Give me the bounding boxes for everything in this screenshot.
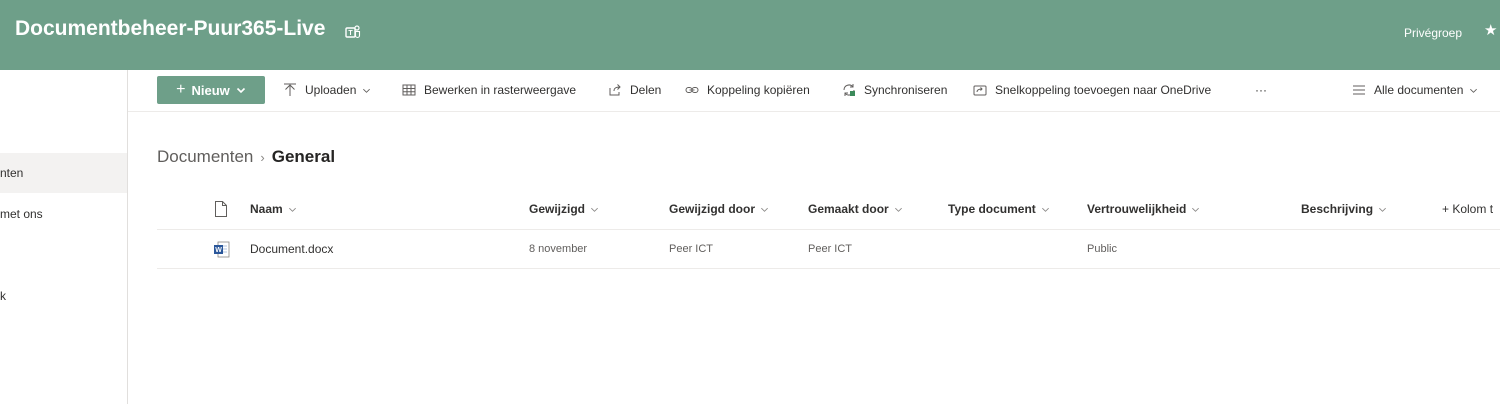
- chevron-down-icon: [236, 87, 245, 94]
- column-header-label: Type document: [948, 202, 1036, 216]
- modified-by-cell[interactable]: Peer ICT: [669, 230, 713, 268]
- link-icon: [685, 87, 699, 93]
- add-shortcut-button[interactable]: Snelkoppeling toevoegen naar OneDrive: [973, 70, 1211, 110]
- add-column-label: + Kolom t: [1442, 202, 1494, 216]
- row-divider: [157, 268, 1500, 269]
- column-header-label: Beschrijving: [1301, 202, 1374, 216]
- upload-button[interactable]: Uploaden: [283, 70, 371, 110]
- left-navigation: nten met ons k: [0, 70, 128, 404]
- column-header-confidentiality[interactable]: Vertrouwelijkheid: [1087, 189, 1200, 229]
- chevron-down-icon: [894, 208, 902, 213]
- created-by-cell[interactable]: Peer ICT: [808, 230, 852, 268]
- breadcrumb-current: General: [271, 147, 336, 166]
- grid-edit-label: Bewerken in rasterweergave: [424, 83, 577, 97]
- svg-text:W: W: [215, 247, 222, 254]
- chevron-down-icon: [761, 208, 768, 213]
- add-shortcut-label: Snelkoppeling toevoegen naar OneDrive: [995, 83, 1212, 97]
- column-header-modified[interactable]: Gewijzigd: [529, 189, 599, 229]
- sync-icon: [843, 84, 855, 96]
- column-header-modified-by[interactable]: Gewijzigd door: [669, 189, 769, 229]
- chevron-down-icon: [288, 208, 296, 213]
- nav-item-contact[interactable]: met ons: [0, 194, 127, 234]
- grid-icon: [402, 84, 416, 96]
- share-label: Delen: [630, 83, 662, 97]
- chevron-down-icon: [363, 88, 371, 93]
- chevron-down-icon: [1379, 208, 1386, 213]
- column-header-label: Gewijzigd: [529, 202, 586, 216]
- chevron-down-icon: [591, 208, 598, 213]
- breadcrumb-separator-icon: ›: [260, 150, 265, 165]
- upload-label: Uploaden: [305, 83, 357, 97]
- sync-label: Synchroniseren: [864, 83, 948, 97]
- confidentiality-cell: Public: [1087, 243, 1117, 255]
- column-header-label: Gewijzigd door: [669, 202, 755, 216]
- sync-button[interactable]: Synchroniseren: [842, 70, 947, 110]
- more-icon: ···: [1255, 83, 1267, 97]
- breadcrumb: Documenten › General: [157, 147, 335, 171]
- file-type-icon[interactable]: [214, 201, 228, 217]
- list-view-icon: [1353, 85, 1365, 95]
- teams-icon[interactable]: T: [345, 24, 361, 40]
- column-header-label: Vertrouwelijkheid: [1087, 202, 1187, 216]
- modified-cell: 8 november: [529, 243, 588, 255]
- file-name-link[interactable]: Document.docx: [250, 230, 333, 268]
- star-icon[interactable]: ★: [1484, 22, 1497, 40]
- column-header-label: Gemaakt door: [808, 202, 889, 216]
- svg-text:T: T: [348, 30, 353, 37]
- nav-item-documents[interactable]: nten: [0, 153, 127, 193]
- upload-icon: [284, 83, 296, 96]
- column-header-name[interactable]: Naam: [250, 189, 297, 229]
- chevron-down-icon: [1470, 88, 1478, 93]
- column-header-description[interactable]: Beschrijving: [1301, 189, 1387, 229]
- more-button[interactable]: ···: [1255, 70, 1267, 110]
- share-button[interactable]: Delen: [608, 70, 661, 110]
- nav-item-label: met ons: [0, 207, 43, 221]
- nav-item-label: k: [0, 289, 6, 303]
- copy-link-label: Koppeling kopiëren: [707, 83, 810, 97]
- chevron-down-icon: [1041, 208, 1049, 213]
- grid-edit-button[interactable]: Bewerken in rasterweergave: [402, 70, 576, 110]
- copy-link-button[interactable]: Koppeling kopiëren: [685, 70, 810, 110]
- command-bar: + Nieuw Uploaden Bewerken in rasterweerg…: [128, 70, 1500, 112]
- add-column-button[interactable]: + Kolom t: [1442, 189, 1500, 229]
- column-header-document-type[interactable]: Type document: [948, 189, 1050, 229]
- plus-icon: +: [176, 81, 186, 98]
- site-header: Documentbeheer-Puur365-Live T Privégroep…: [0, 0, 1500, 70]
- view-switcher[interactable]: Alle documenten: [1352, 70, 1478, 110]
- column-header-created-by[interactable]: Gemaakt door: [808, 189, 903, 229]
- nav-item-label: nten: [0, 166, 24, 180]
- view-label: Alle documenten: [1374, 83, 1464, 97]
- site-title[interactable]: Documentbeheer-Puur365-Live: [15, 17, 325, 41]
- share-icon: [609, 84, 621, 96]
- chevron-down-icon: [1192, 208, 1200, 213]
- new-button-label: Nieuw: [191, 82, 230, 98]
- column-header-label: Naam: [250, 202, 283, 216]
- breadcrumb-root[interactable]: Documenten: [157, 147, 253, 166]
- nav-item-notebook[interactable]: k: [0, 276, 127, 316]
- new-button[interactable]: + Nieuw: [157, 76, 265, 104]
- word-document-icon: W: [214, 241, 230, 258]
- privacy-label: Privégroep: [1404, 26, 1463, 40]
- shortcut-icon: [973, 85, 987, 96]
